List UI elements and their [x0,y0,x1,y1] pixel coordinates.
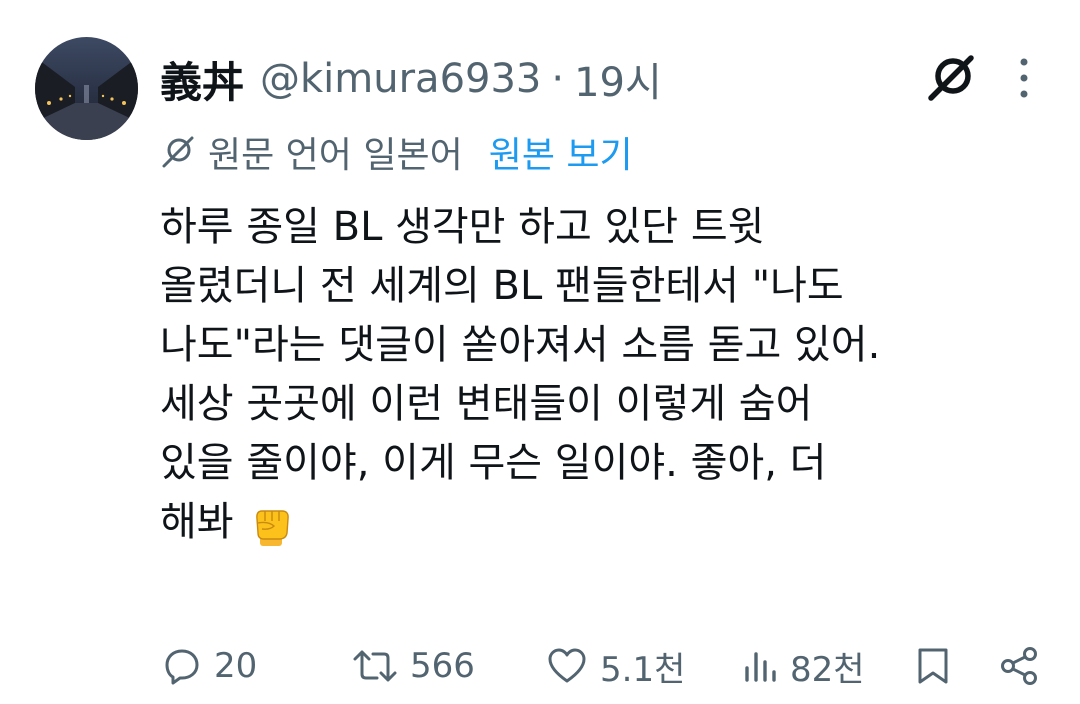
tweet-timestamp[interactable]: 19시 [574,50,662,108]
tweet-text-line: 세상 곳곳에 이런 변태들이 이렇게 숨어 [160,381,813,427]
translation-bar: 원문 언어 일본어 원본 보기 [160,124,633,180]
show-original-link[interactable]: 원본 보기 [489,126,633,178]
translate-icon [162,136,194,168]
retweet-icon [353,650,397,682]
author-display-name[interactable]: 義丼 [160,49,244,110]
tweet-text-line: 나도"라는 댓글이 쏟아져서 소름 돋고 있어. [160,322,881,368]
views-count: 82천 [790,649,865,690]
raised-fist-emoji [255,509,289,546]
heart-icon [548,648,586,683]
reply-button[interactable]: 20 [162,636,257,696]
bookmark-icon [918,648,948,684]
tweet-text-line: 해봐 [160,499,234,545]
retweet-button[interactable]: 566 [352,636,475,696]
like-button[interactable]: 5.1천 [546,636,685,696]
reply-count: 20 [214,646,258,686]
tweet-text-line: 하루 종일 BL 생각만 하고 있단 트윗 [160,204,765,250]
avatar-image [35,37,138,140]
source-language-text: 원문 언어 일본어 [208,135,463,176]
share-icon [1001,647,1037,685]
grok-icon [928,55,974,101]
views-chart-icon [745,652,776,682]
avatar[interactable] [35,37,138,140]
tweet-text: 하루 종일 BL 생각만 하고 있단 트윗 올렸더니 전 세계의 BL 팬들한테… [160,198,1060,552]
more-vertical-icon [1020,58,1028,98]
bookmark-button[interactable] [915,636,951,696]
separator-dot: · [551,56,565,102]
like-count: 5.1천 [600,649,686,690]
grok-button[interactable] [925,52,977,104]
author-handle[interactable]: @kimura6933 [260,56,541,102]
reply-icon [165,649,199,685]
tweet-action-bar: 20 566 5.1천 82천 [0,636,1080,696]
share-button[interactable] [999,636,1041,696]
tweet-header: 義丼 @kimura6933 · 19시 [160,48,662,110]
retweet-count: 566 [410,646,475,686]
tweet-text-line: 올렸더니 전 세계의 BL 팬들한테서 "나도 [160,263,844,309]
more-button[interactable] [1012,55,1036,101]
tweet-text-last-line: 해봐 [160,493,1060,552]
views-button[interactable]: 82천 [742,636,865,696]
tweet-text-line: 있을 줄이야, 이게 무슨 일이야. 좋아, 더 [160,440,827,486]
